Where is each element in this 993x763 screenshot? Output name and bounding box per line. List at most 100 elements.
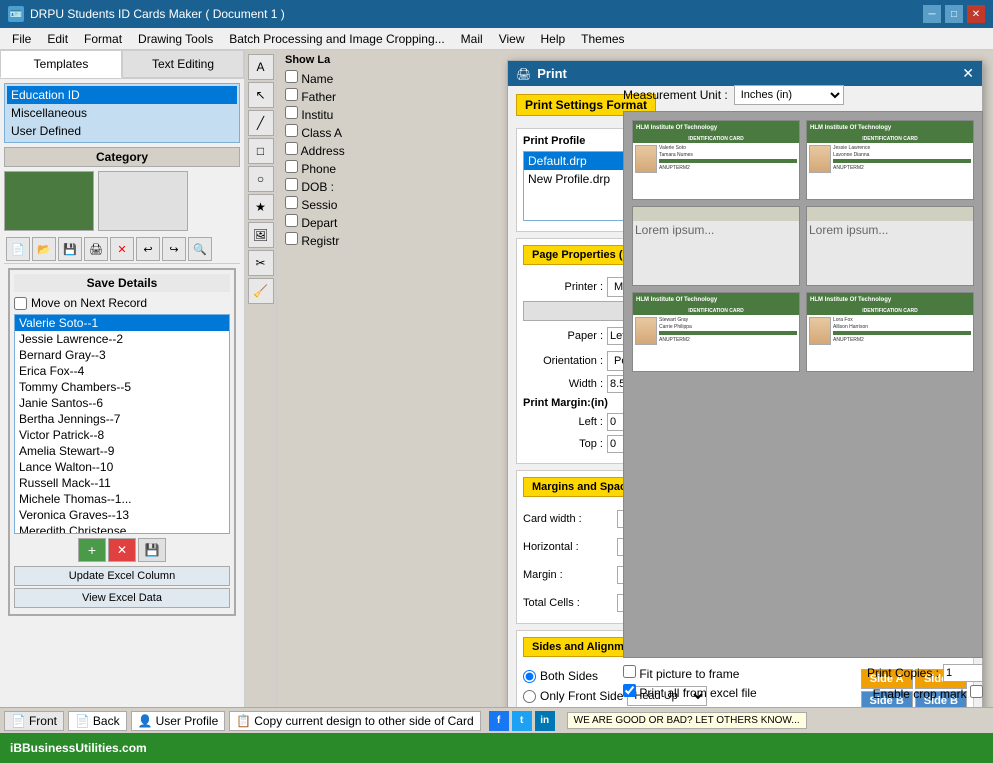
names-item-13[interactable]: Meredith Christense	[15, 523, 229, 534]
printer-icon: 🖨	[516, 67, 531, 81]
toolbar-zoom-in[interactable]: 🔍	[188, 237, 212, 261]
label-father-check[interactable]	[285, 88, 298, 101]
names-item-12[interactable]: Veronica Graves--13	[15, 507, 229, 523]
toolbar-open[interactable]: 📂	[32, 237, 56, 261]
dialog-close-button[interactable]: ✕	[962, 65, 974, 82]
label-class-check[interactable]	[285, 124, 298, 137]
label-registr-check[interactable]	[285, 232, 298, 245]
menu-themes[interactable]: Themes	[573, 30, 632, 48]
delete-record-button[interactable]: ✕	[108, 538, 136, 562]
toolbar-print[interactable]: 🖨	[84, 237, 108, 261]
both-sides-label: Both Sides	[540, 669, 598, 683]
maximize-button[interactable]: □	[945, 5, 963, 23]
move-next-label: Move on Next Record	[31, 296, 147, 310]
names-item-8[interactable]: Amelia Stewart--9	[15, 443, 229, 459]
names-item-3[interactable]: Erica Fox--4	[15, 363, 229, 379]
tool-eraser[interactable]: 🧹	[248, 278, 274, 304]
card-1-info: Valerie Soto Tamara Numes ANUPTERM2	[659, 145, 797, 200]
card-1-photo	[635, 145, 657, 173]
save-record-button[interactable]: 💾	[138, 538, 166, 562]
view-excel-button[interactable]: View Excel Data	[14, 588, 230, 608]
menu-view[interactable]: View	[491, 30, 533, 48]
add-record-button[interactable]: +	[78, 538, 106, 562]
print-all-excel-checkbox[interactable]	[623, 684, 636, 697]
card-5-badge-text: IDENTIFICATION CARD	[688, 308, 743, 314]
toolbar-new[interactable]: 📄	[6, 237, 30, 261]
tool-crop[interactable]: ✂	[248, 250, 274, 276]
front-side-radio[interactable]	[523, 690, 536, 703]
tab-templates[interactable]: Templates	[0, 50, 122, 78]
names-item-9[interactable]: Lance Walton--10	[15, 459, 229, 475]
label-dob-check[interactable]	[285, 178, 298, 191]
label-address-row: Address	[285, 142, 462, 158]
fit-picture-checkbox[interactable]	[623, 665, 636, 678]
names-item-0[interactable]: Valerie Soto--1	[15, 315, 229, 331]
label-address-check[interactable]	[285, 142, 298, 155]
template-thumb-1[interactable]	[4, 171, 94, 231]
toolbar-save[interactable]: 💾	[58, 237, 82, 261]
category-user-defined[interactable]: User Defined	[7, 122, 237, 140]
status-copy-design-tab[interactable]: 📋 Copy current design to other side of C…	[229, 711, 480, 731]
tool-text[interactable]: A	[248, 54, 274, 80]
print-copies-input[interactable]	[943, 664, 983, 682]
menu-batch[interactable]: Batch Processing and Image Cropping...	[221, 30, 452, 48]
label-session-row: Sessio	[285, 196, 462, 212]
tool-line[interactable]: ╱	[248, 110, 274, 136]
close-window-button[interactable]: ✕	[967, 5, 985, 23]
menu-edit[interactable]: Edit	[39, 30, 76, 48]
menu-help[interactable]: Help	[532, 30, 573, 48]
status-user-profile-tab[interactable]: 👤 User Profile	[131, 711, 226, 731]
names-item-5[interactable]: Janie Santos--6	[15, 395, 229, 411]
tool-ellipse[interactable]: ○	[248, 166, 274, 192]
update-excel-button[interactable]: Update Excel Column	[14, 566, 230, 586]
label-depart-check[interactable]	[285, 214, 298, 227]
toolbar-undo[interactable]: ↩	[136, 237, 160, 261]
feedback-button[interactable]: WE ARE GOOD OR BAD? LET OTHERS KNOW...	[567, 712, 807, 729]
tool-rect[interactable]: □	[248, 138, 274, 164]
measurement-select[interactable]: Inches (in)	[734, 85, 844, 105]
label-session-check[interactable]	[285, 196, 298, 209]
enable-crop-checkbox[interactable]	[970, 685, 983, 698]
card-5-header: HLM Institute Of Technology	[633, 293, 799, 307]
tool-image[interactable]: 🖼	[248, 222, 274, 248]
linkedin-icon[interactable]: in	[535, 711, 555, 731]
names-list[interactable]: Valerie Soto--1 Jessie Lawrence--2 Berna…	[14, 314, 230, 534]
tool-star[interactable]: ★	[248, 194, 274, 220]
fit-picture-label: Fit picture to frame	[639, 667, 739, 681]
label-phone-check[interactable]	[285, 160, 298, 173]
names-item-4[interactable]: Tommy Chambers--5	[15, 379, 229, 395]
toolbar-delete[interactable]: ✕	[110, 237, 134, 261]
menu-drawing[interactable]: Drawing Tools	[130, 30, 221, 48]
title-bar-controls[interactable]: ─ □ ✕	[923, 5, 985, 23]
tool-cursor[interactable]: ↖	[248, 82, 274, 108]
label-name-check[interactable]	[285, 70, 298, 83]
names-item-2[interactable]: Bernard Gray--3	[15, 347, 229, 363]
twitter-icon[interactable]: t	[512, 711, 532, 731]
menu-file[interactable]: File	[4, 30, 39, 48]
tab-text-editing[interactable]: Text Editing	[122, 50, 244, 78]
category-education-id[interactable]: Education ID	[7, 86, 237, 104]
menu-mail[interactable]: Mail	[453, 30, 491, 48]
move-next-checkbox[interactable]	[14, 297, 27, 310]
label-class-row: Class A	[285, 124, 462, 140]
names-item-6[interactable]: Bertha Jennings--7	[15, 411, 229, 427]
names-item-1[interactable]: Jessie Lawrence--2	[15, 331, 229, 347]
both-sides-radio[interactable]	[523, 670, 536, 683]
status-back-tab[interactable]: 📄 Back	[68, 711, 127, 731]
status-front-tab[interactable]: 📄 Front	[4, 711, 64, 731]
total-cells-label: Total Cells :	[523, 597, 613, 609]
status-bar: 📄 Front 📄 Back 👤 User Profile 📋 Copy cur…	[0, 707, 993, 733]
names-item-11[interactable]: Michele Thomas--1...	[15, 491, 229, 507]
category-miscellaneous[interactable]: Miscellaneous	[7, 104, 237, 122]
template-thumb-2[interactable]	[98, 171, 188, 231]
facebook-icon[interactable]: f	[489, 711, 509, 731]
menu-format[interactable]: Format	[76, 30, 130, 48]
card-1-line1	[659, 159, 797, 163]
label-institu-check[interactable]	[285, 106, 298, 119]
toolbar-redo[interactable]: ↪	[162, 237, 186, 261]
names-item-10[interactable]: Russell Mack--11	[15, 475, 229, 491]
title-bar: 🪪 DRPU Students ID Cards Maker ( Documen…	[0, 0, 993, 28]
minimize-button[interactable]: ─	[923, 5, 941, 23]
front-icon: 📄	[11, 714, 26, 728]
names-item-7[interactable]: Victor Patrick--8	[15, 427, 229, 443]
